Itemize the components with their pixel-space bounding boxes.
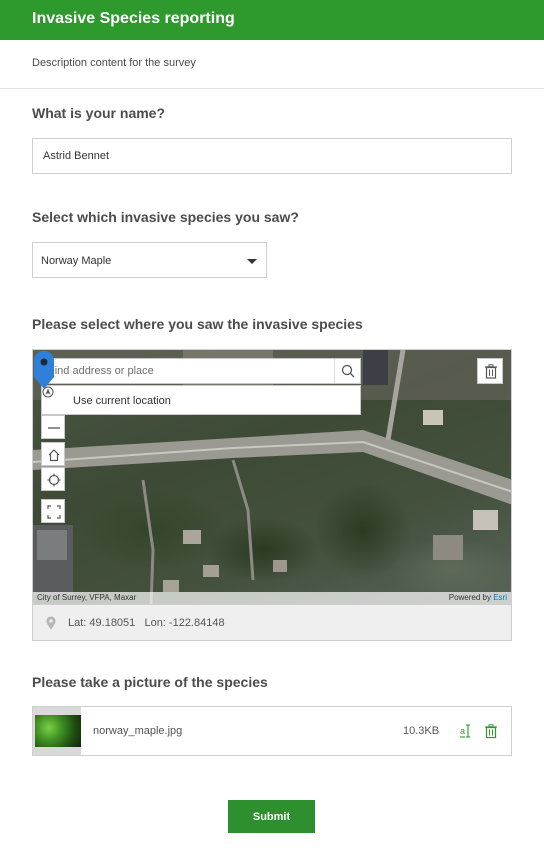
esri-link[interactable]: Esri [493, 593, 507, 602]
divider [0, 88, 544, 89]
use-current-location-option[interactable]: Use current location [41, 385, 361, 415]
question-name-label: What is your name? [32, 105, 166, 121]
coordinates-text: Lat: 49.18051 Lon: -122.84148 [68, 617, 225, 629]
thumbnail-image [35, 715, 81, 747]
zoom-out-icon [48, 427, 60, 429]
map-pin-icon[interactable] [33, 350, 55, 390]
name-input[interactable] [32, 138, 512, 174]
caret-down-icon [247, 259, 257, 264]
question-location-label: Please select where you saw the invasive… [32, 316, 363, 332]
location-marker-icon [46, 616, 56, 630]
rename-icon[interactable]: a [459, 723, 475, 739]
svg-text:a: a [460, 726, 465, 736]
address-search[interactable] [41, 358, 361, 384]
powered-by: Powered by Esri [449, 593, 507, 602]
map-attribution: City of Surrey, VFPA, Maxar Powered by E… [33, 592, 511, 604]
use-current-location-label: Use current location [73, 395, 171, 407]
location-map[interactable]: Use current location [32, 349, 512, 605]
powered-by-text: Powered by [448, 593, 491, 602]
clear-location-button[interactable] [477, 358, 503, 384]
zoom-out-button[interactable] [41, 415, 65, 439]
home-icon [48, 449, 60, 462]
photo-thumbnail[interactable] [33, 707, 81, 755]
species-select[interactable]: Norway Maple [32, 242, 267, 278]
attachment-item: norway_maple.jpg 10.3KB a [32, 706, 512, 756]
survey-description: Description content for the survey [32, 57, 196, 69]
search-icon [341, 364, 355, 378]
submit-button[interactable]: Submit [228, 800, 315, 833]
question-photo-label: Please take a picture of the species [32, 674, 268, 690]
file-name: norway_maple.jpg [93, 725, 183, 737]
delete-attachment-icon[interactable] [483, 723, 499, 739]
coordinates-bar: Lat: 49.18051 Lon: -122.84148 [32, 605, 512, 641]
trash-icon [485, 364, 497, 379]
file-size: 10.3KB [403, 725, 440, 737]
home-button[interactable] [41, 442, 65, 466]
question-species-label: Select which invasive species you saw? [32, 209, 299, 225]
species-select-value: Norway Maple [41, 255, 112, 267]
address-search-input[interactable] [42, 359, 336, 383]
page-title: Invasive Species reporting [32, 10, 235, 27]
locate-button[interactable] [41, 467, 65, 491]
attribution-text: City of Surrey, VFPA, Maxar [37, 593, 137, 602]
fullscreen-icon [47, 505, 61, 519]
search-button[interactable] [334, 359, 360, 383]
locate-icon [47, 473, 61, 487]
app-header: Invasive Species reporting [0, 0, 544, 40]
fullscreen-button[interactable] [41, 499, 65, 523]
